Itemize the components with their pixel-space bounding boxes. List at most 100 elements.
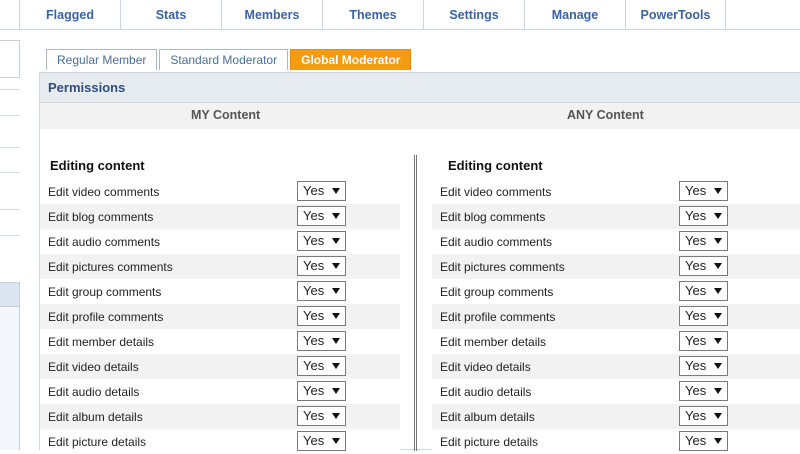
any-permission-select[interactable]: Yes	[679, 281, 728, 301]
permission-label: Edit audio details	[440, 385, 532, 399]
any-permission-select[interactable]: Yes	[679, 306, 728, 326]
my-permission-select[interactable]: Yes	[297, 306, 346, 326]
chevron-down-icon	[714, 313, 722, 319]
permission-label: Edit video comments	[440, 185, 552, 199]
my-permission-select[interactable]: Yes	[297, 181, 346, 201]
sidebar-divider	[0, 209, 20, 210]
select-value: Yes	[685, 208, 707, 223]
any-content-header: ANY Content	[567, 108, 644, 122]
chevron-down-icon	[332, 213, 340, 219]
permission-row: Edit album details Yes	[432, 404, 800, 429]
permission-row: Edit group comments Yes	[40, 279, 400, 304]
permission-row: Edit blog comments Yes	[40, 204, 400, 229]
permission-label: Edit picture details	[440, 435, 539, 449]
nav-settings[interactable]: Settings	[424, 0, 525, 30]
tab-regular-member[interactable]: Regular Member	[46, 49, 158, 70]
permission-row: Edit picture details Yes	[432, 429, 800, 454]
permission-row: Edit profile comments Yes	[432, 304, 800, 329]
select-value: Yes	[685, 308, 707, 323]
permission-row: Edit member details Yes	[432, 329, 800, 354]
tab-standard-moderator[interactable]: Standard Moderator	[159, 49, 289, 70]
permission-label: Edit member details	[48, 335, 155, 349]
member-type-tabs: Regular Member Standard Moderator Global…	[46, 49, 412, 70]
tab-global-moderator[interactable]: Global Moderator	[290, 49, 412, 70]
permission-label: Edit audio comments	[440, 235, 553, 249]
any-permission-select[interactable]: Yes	[679, 181, 728, 201]
my-permission-select[interactable]: Yes	[297, 406, 346, 426]
permission-label: Edit album details	[48, 410, 143, 424]
permission-label: Edit album details	[440, 410, 535, 424]
chevron-down-icon	[714, 363, 722, 369]
sidebar-selected-item[interactable]	[0, 283, 19, 307]
nav-manage[interactable]: Manage	[525, 0, 626, 30]
sidebar-divider	[0, 89, 20, 90]
permission-row: Edit audio details Yes	[432, 379, 800, 404]
chevron-down-icon	[332, 338, 340, 344]
permission-row: Edit pictures comments Yes	[40, 254, 400, 279]
my-permission-select[interactable]: Yes	[297, 256, 346, 276]
chevron-down-icon	[714, 288, 722, 294]
nav-themes[interactable]: Themes	[323, 0, 424, 30]
any-permission-select[interactable]: Yes	[679, 406, 728, 426]
select-value: Yes	[303, 258, 325, 273]
any-permission-select[interactable]: Yes	[679, 356, 728, 376]
any-permission-select[interactable]: Yes	[679, 381, 728, 401]
section-title-my: Editing content	[50, 158, 145, 173]
permission-row: Edit pictures comments Yes	[432, 254, 800, 279]
permission-label: Edit blog comments	[440, 210, 546, 224]
select-value: Yes	[303, 183, 325, 198]
permission-label: Edit profile comments	[440, 310, 556, 324]
sidebar-divider	[0, 115, 20, 116]
any-permission-select[interactable]: Yes	[679, 256, 728, 276]
sidebar-divider	[0, 235, 20, 236]
column-headers: MY Content ANY Content	[40, 103, 800, 129]
permission-row: Edit profile comments Yes	[40, 304, 400, 329]
permission-label: Edit picture details	[48, 435, 147, 449]
permissions-panel: Permissions MY Content ANY Content Editi…	[39, 72, 800, 454]
permission-label: Edit blog comments	[48, 210, 154, 224]
my-permission-select[interactable]: Yes	[297, 381, 346, 401]
permission-label: Edit video details	[48, 360, 139, 374]
sidebar-list[interactable]	[0, 282, 20, 450]
permission-label: Edit audio comments	[48, 235, 161, 249]
chevron-down-icon	[714, 263, 722, 269]
any-permission-select[interactable]: Yes	[679, 231, 728, 251]
my-permission-select[interactable]: Yes	[297, 231, 346, 251]
my-permission-select[interactable]: Yes	[297, 431, 346, 451]
permission-label: Edit group comments	[48, 285, 162, 299]
any-permission-select[interactable]: Yes	[679, 431, 728, 451]
column-divider	[414, 155, 417, 451]
permission-row: Edit picture details Yes	[40, 429, 400, 454]
my-permission-select[interactable]: Yes	[297, 356, 346, 376]
sidebar-block[interactable]	[0, 40, 20, 78]
permission-label: Edit profile comments	[48, 310, 164, 324]
permission-row: Edit video details Yes	[432, 354, 800, 379]
chevron-down-icon	[332, 188, 340, 194]
nav-stats[interactable]: Stats	[121, 0, 222, 30]
permission-row: Edit video comments Yes	[432, 179, 800, 204]
chevron-down-icon	[714, 188, 722, 194]
chevron-down-icon	[714, 338, 722, 344]
select-value: Yes	[685, 408, 707, 423]
sidebar-divider	[0, 147, 20, 148]
any-permission-select[interactable]: Yes	[679, 331, 728, 351]
any-permission-select[interactable]: Yes	[679, 206, 728, 226]
my-permission-select[interactable]: Yes	[297, 206, 346, 226]
permission-row: Edit audio comments Yes	[40, 229, 400, 254]
permission-row: Edit blog comments Yes	[432, 204, 800, 229]
nav-powertools[interactable]: PowerTools	[626, 0, 726, 30]
permission-label: Edit video details	[440, 360, 531, 374]
chevron-down-icon	[714, 213, 722, 219]
nav-members[interactable]: Members	[222, 0, 323, 30]
select-value: Yes	[303, 283, 325, 298]
select-value: Yes	[303, 383, 325, 398]
my-permission-select[interactable]: Yes	[297, 331, 346, 351]
select-value: Yes	[685, 258, 707, 273]
select-value: Yes	[303, 208, 325, 223]
permission-row: Edit member details Yes	[40, 329, 400, 354]
sidebar-divider	[0, 172, 20, 173]
nav-flagged[interactable]: Flagged	[20, 0, 121, 30]
chevron-down-icon	[332, 438, 340, 444]
my-permission-select[interactable]: Yes	[297, 281, 346, 301]
select-value: Yes	[303, 333, 325, 348]
